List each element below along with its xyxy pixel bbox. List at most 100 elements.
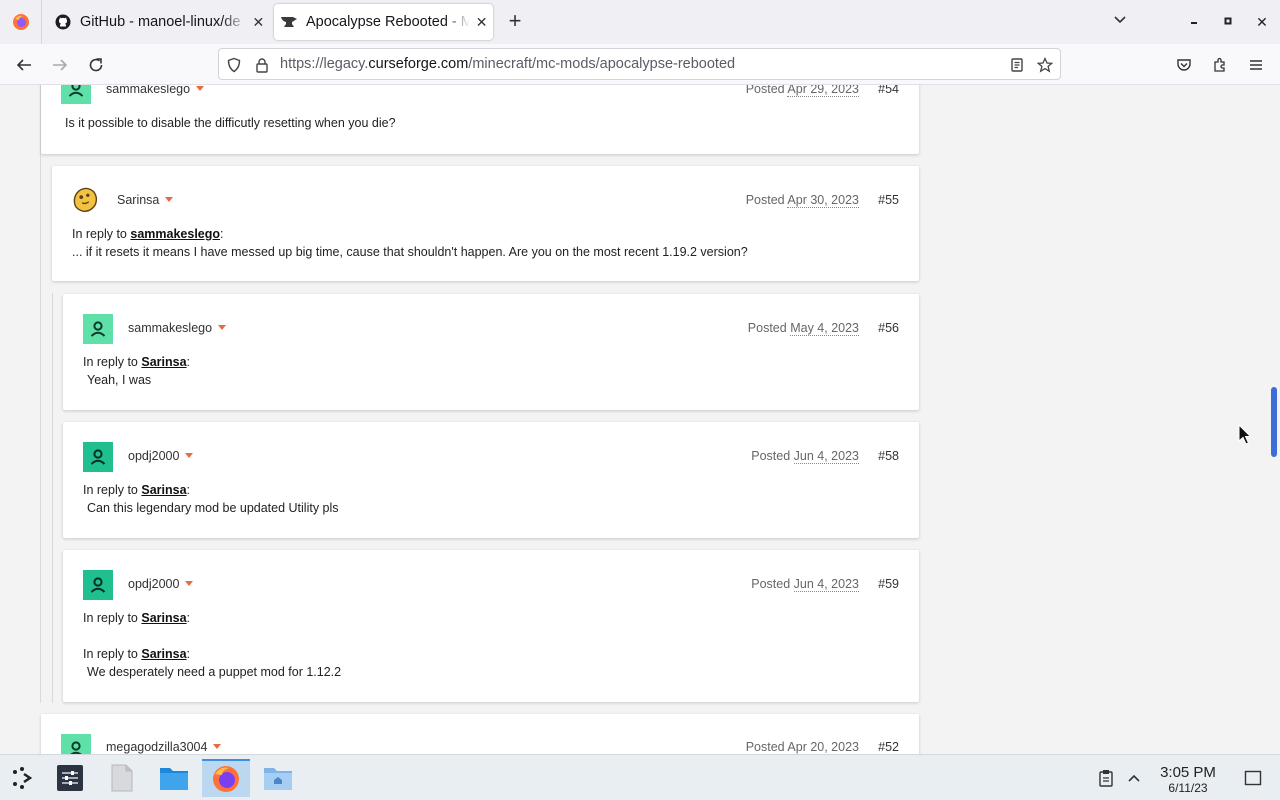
clock-date: 6/11/23	[1168, 781, 1208, 795]
comment-text: Can this legendary mod be updated Utilit…	[87, 501, 339, 515]
comment-posted: Posted May 4, 2023	[747, 321, 859, 336]
tab-github[interactable]: GitHub - manoel-linux/de ✕	[48, 4, 270, 40]
bookmark-star-icon[interactable]	[1035, 55, 1055, 75]
file-manager-icon[interactable]	[154, 759, 194, 797]
comment-username[interactable]: opdj2000	[128, 449, 194, 463]
page-scrollbar[interactable]	[1268, 85, 1280, 754]
comment-55: Sarinsa Posted Apr 30, 2023 #55 In reply…	[52, 166, 919, 281]
user-icon	[70, 741, 82, 754]
comment-username[interactable]: megagodzilla3004	[106, 740, 222, 754]
clock-time: 3:05 PM	[1160, 764, 1216, 781]
comment-username[interactable]: Sarinsa	[117, 193, 174, 207]
reply-reference: In reply to Sarinsa:	[83, 355, 191, 369]
user-menu-caret-icon	[165, 197, 174, 202]
pocket-icon[interactable]	[1171, 52, 1197, 78]
clock[interactable]: 3:05 PM 6/11/23	[1150, 764, 1226, 795]
list-all-tabs-icon[interactable]	[1106, 8, 1134, 36]
comment-54: sammakeslego Posted Apr 29, 2023 #54 Is …	[41, 85, 919, 154]
tab-title: GitHub - manoel-linux/de	[80, 14, 241, 30]
comment-text: We desperately need a puppet mod for 1.1…	[87, 665, 342, 679]
comment-number[interactable]: #55	[878, 193, 899, 207]
reader-view-icon[interactable]	[1007, 55, 1027, 75]
avatar[interactable]	[83, 314, 113, 344]
user-menu-caret-icon	[185, 581, 194, 586]
reply-user-link[interactable]: Sarinsa	[141, 611, 186, 625]
reply-user-link[interactable]: Sarinsa	[141, 483, 186, 497]
user-menu-caret-icon	[218, 325, 227, 330]
scrollbar-thumb[interactable]	[1271, 387, 1277, 457]
firefox-icon	[12, 14, 29, 30]
app-launcher-icon[interactable]	[2, 759, 42, 797]
app-menu-icon[interactable]	[1243, 52, 1269, 78]
reload-icon[interactable]	[83, 52, 109, 78]
extensions-icon[interactable]	[1207, 52, 1233, 78]
comment-posted: Posted Apr 29, 2023	[746, 85, 859, 97]
tab-close-icon[interactable]: ✕	[247, 14, 270, 31]
comment-username[interactable]: sammakeslego	[128, 321, 227, 335]
user-icon	[90, 321, 106, 337]
comment-number[interactable]: #54	[878, 85, 899, 96]
reply-user-link[interactable]: Sarinsa	[141, 355, 186, 369]
system-settings-icon[interactable]	[50, 759, 90, 797]
reply-reference: In reply to Sarinsa:	[83, 647, 191, 661]
mouse-cursor-icon	[1238, 424, 1252, 445]
avatar[interactable]	[61, 85, 91, 104]
reply-reference: In reply to sammakeslego:	[72, 227, 224, 241]
tab-close-icon[interactable]: ✕	[470, 14, 493, 31]
tracking-protection-shield-icon[interactable]	[224, 55, 244, 75]
reply-user-link[interactable]: Sarinsa	[141, 647, 186, 661]
firefox-view-button[interactable]	[0, 0, 42, 44]
lock-icon[interactable]	[252, 55, 272, 75]
user-icon	[68, 85, 84, 97]
user-menu-caret-icon	[196, 86, 205, 91]
comment-number[interactable]: #56	[878, 321, 899, 335]
curseforge-anvil-icon	[280, 13, 298, 31]
minimize-icon[interactable]	[1180, 8, 1208, 36]
system-tray-expand-icon[interactable]	[1124, 767, 1144, 789]
home-folder-icon[interactable]	[258, 759, 298, 797]
forward-icon[interactable]	[47, 52, 73, 78]
reply-user-link[interactable]: sammakeslego	[130, 227, 220, 241]
comment-number[interactable]: #58	[878, 449, 899, 463]
avatar[interactable]	[83, 442, 113, 472]
thread-line	[52, 293, 53, 703]
tab-bar: GitHub - manoel-linux/de ✕ Apocalypse Re…	[0, 0, 1280, 44]
avatar[interactable]	[70, 184, 100, 214]
show-desktop-icon[interactable]	[1243, 767, 1263, 789]
creeper-avatar-icon	[73, 187, 98, 212]
user-menu-caret-icon	[185, 453, 194, 458]
comment-posted: Posted Jun 4, 2023	[751, 449, 859, 464]
taskbar: 3:05 PM 6/11/23	[0, 754, 1280, 800]
address-bar[interactable]: https://legacy.curseforge.com/minecraft/…	[218, 48, 1061, 80]
comment-username[interactable]: opdj2000	[128, 577, 194, 591]
comment-username[interactable]: sammakeslego	[106, 85, 205, 96]
comment-number[interactable]: #59	[878, 577, 899, 591]
file-icon[interactable]	[102, 759, 142, 797]
firefox-taskbar-icon[interactable]	[202, 759, 250, 797]
avatar[interactable]	[61, 734, 91, 754]
avatar[interactable]	[83, 570, 113, 600]
comment-text: Is it possible to disable the difficutly…	[65, 116, 396, 130]
maximize-icon[interactable]	[1214, 8, 1242, 36]
new-tab-button[interactable]: +	[503, 8, 527, 36]
reply-reference: In reply to Sarinsa:	[83, 483, 191, 497]
user-menu-caret-icon	[213, 744, 222, 749]
comment-posted: Posted Jun 4, 2023	[751, 577, 859, 592]
user-icon	[90, 577, 106, 593]
close-window-icon[interactable]: ✕	[1248, 8, 1276, 36]
reply-reference: In reply to Sarinsa:	[83, 611, 191, 625]
user-icon	[90, 449, 106, 465]
comment-58: opdj2000 Posted Jun 4, 2023 #58 In reply…	[63, 422, 919, 538]
comment-52: megagodzilla3004 Posted Apr 20, 2023 #52	[41, 714, 919, 754]
comment-number[interactable]: #52	[878, 740, 899, 754]
thread-line	[40, 85, 41, 703]
comment-posted: Posted Apr 30, 2023	[745, 193, 859, 208]
tab-apocalypse-rebooted[interactable]: Apocalypse Rebooted - M ✕	[274, 4, 493, 40]
comment-56: sammakeslego Posted May 4, 2023 #56 In r…	[63, 294, 919, 410]
clipboard-icon[interactable]	[1096, 767, 1116, 789]
comment-text: ... if it resets it means I have messed …	[72, 245, 748, 259]
back-icon[interactable]	[11, 52, 37, 78]
url-text[interactable]: https://legacy.curseforge.com/minecraft/…	[280, 56, 735, 72]
comments-page: sammakeslego Posted Apr 29, 2023 #54 Is …	[0, 85, 1268, 754]
navigation-bar: https://legacy.curseforge.com/minecraft/…	[0, 44, 1280, 85]
